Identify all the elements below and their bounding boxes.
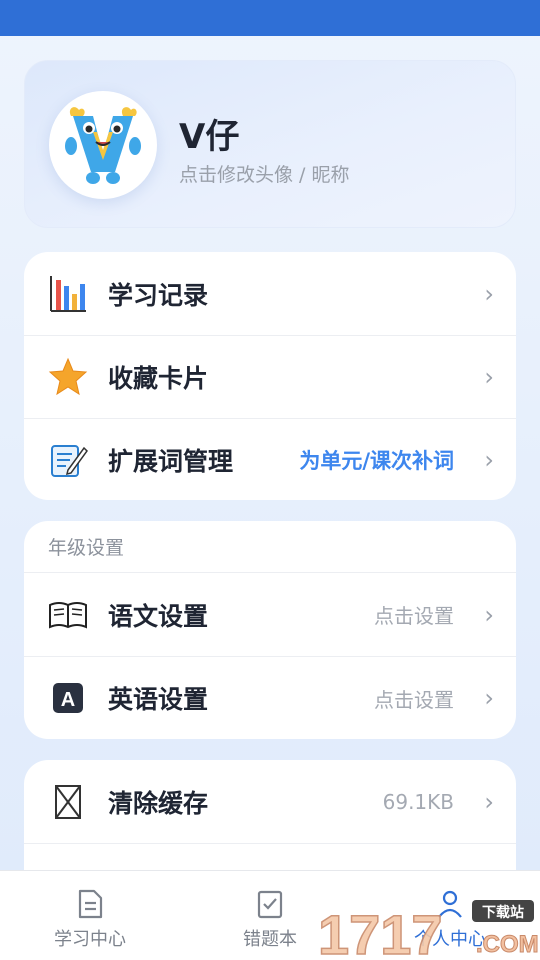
menu-item-label: 学习记录 [108,280,209,310]
chevron-right-icon: › [484,684,494,712]
chevron-right-icon: › [484,787,494,816]
setting-value: 点击设置 [374,604,454,628]
tab-study-center[interactable]: 学习中心 [0,871,180,960]
cache-label: 清除缓存 [108,788,209,818]
cache-size: 69.1KB [382,789,454,814]
watermark-label: 下载站 [482,904,524,921]
menu-item-extended-words[interactable]: 扩展词管理 为单元/课次补词 › [24,418,516,500]
letter-a-icon: A [48,678,88,718]
grade-settings-card: 年级设置 语文设置 点击设置 › A 英语设置 点击设置 › [24,521,516,739]
menu-item-favorites[interactable]: 收藏卡片 › [24,335,516,418]
watermark-suffix: .COM [476,931,539,958]
profile-edit-hint: 点击修改头像 / 昵称 [179,164,350,186]
menu-card: 学习记录 › 收藏卡片 › 扩展词管理 为单元/课次补词 › [24,252,516,500]
status-bar [0,0,540,36]
chevron-right-icon: › [484,446,494,474]
setting-chinese[interactable]: 语文设置 点击设置 › [24,573,516,656]
extended-words-hint: 为单元/课次补词 [299,449,454,473]
next-row-partial [24,843,516,870]
avatar[interactable] [49,91,157,199]
tab-label: 错题本 [243,929,297,950]
profile-card[interactable]: V仔 点击修改头像 / 昵称 [24,60,516,228]
svg-text:A: A [61,689,75,711]
watermark-logo: 1717 下载站 .COM [314,896,540,960]
tab-label: 学习中心 [54,929,126,950]
section-title: 年级设置 [24,521,516,573]
hourglass-icon [48,782,88,822]
menu-item-label: 收藏卡片 [108,364,209,393]
clear-cache-row[interactable]: 清除缓存 69.1KB › [24,760,516,843]
setting-english[interactable]: A 英语设置 点击设置 › [24,656,516,739]
note-edit-icon [48,440,88,480]
watermark-digits: 1717 [318,903,443,960]
menu-item-label: 扩展词管理 [108,447,234,476]
bar-chart-icon [48,274,88,314]
chevron-right-icon: › [484,600,494,629]
menu-item-study-record[interactable]: 学习记录 › [24,252,516,335]
star-icon [48,357,88,397]
chevron-right-icon: › [484,363,494,391]
setting-label: 英语设置 [108,685,209,714]
setting-value: 点击设置 [374,687,454,712]
chevron-right-icon: › [484,279,494,308]
mascot-avatar-icon [65,107,141,184]
document-icon [78,889,103,919]
checklist-icon [257,890,283,919]
nickname[interactable]: V仔 [179,109,239,158]
cache-card: 清除缓存 69.1KB › [24,760,516,870]
book-icon [48,595,88,635]
setting-label: 语文设置 [108,601,209,631]
